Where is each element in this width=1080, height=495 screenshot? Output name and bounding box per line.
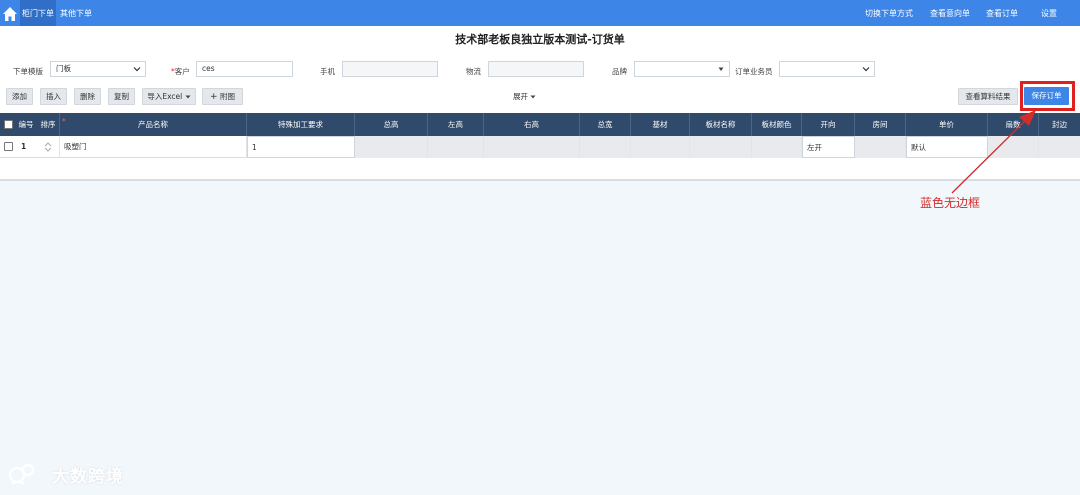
expand-toggle[interactable]: 展开 <box>513 91 536 102</box>
room-cell[interactable] <box>855 136 906 158</box>
phone-input[interactable] <box>342 61 438 77</box>
column-header-board-name: 板材名称 <box>690 113 752 136</box>
special-requirement-input[interactable]: 1 <box>247 136 355 158</box>
column-header-right-height: 右高 <box>484 113 580 136</box>
logistics-label: 物流 <box>466 67 481 76</box>
product-name-cell[interactable]: 吸塑门 <box>60 136 247 158</box>
attach-image-label: 附图 <box>219 92 235 101</box>
required-mark: * <box>62 117 66 126</box>
column-header-special: 特殊加工要求 <box>247 113 355 136</box>
sort-handle-icon[interactable] <box>44 141 52 153</box>
column-header-total-height: 总高 <box>355 113 428 136</box>
right-height-cell[interactable] <box>484 136 580 158</box>
template-select[interactable]: 门板 <box>50 61 146 77</box>
view-intent-orders-link[interactable]: 查看意向单 <box>930 0 970 26</box>
row-checkbox[interactable] <box>4 142 13 151</box>
top-navbar: 柜门下单 其他下单 切换下单方式 查看意向单 查看订单 设置 <box>0 0 1080 26</box>
column-header-open-direction: 开向 <box>802 113 855 136</box>
annotation-text: 蓝色无边框 <box>920 196 981 210</box>
page-title: 技术部老板良独立版本测试-订货单 <box>455 33 625 46</box>
column-header-board-color: 板材颜色 <box>752 113 802 136</box>
select-all-checkbox[interactable] <box>4 120 13 129</box>
column-header-product-label: 产品名称 <box>138 120 168 129</box>
caret-down-icon <box>185 95 191 99</box>
board-name-cell[interactable] <box>690 136 752 158</box>
column-header-no: 编号 <box>18 120 34 129</box>
template-label: 下单模版 <box>13 67 43 76</box>
logistics-input[interactable] <box>488 61 584 77</box>
view-calc-result-button[interactable]: 查看算料结果 <box>958 88 1018 105</box>
column-header-total-width: 总宽 <box>580 113 631 136</box>
edge-banding-cell[interactable] <box>1039 136 1080 158</box>
salesman-label: 订单业务员 <box>735 67 773 76</box>
column-header-product: * 产品名称 <box>60 113 247 136</box>
template-value: 门板 <box>56 64 71 73</box>
home-icon[interactable] <box>2 6 18 22</box>
insert-button[interactable]: 插入 <box>40 88 67 105</box>
switch-order-mode-link[interactable]: 切换下单方式 <box>865 0 913 26</box>
caret-down-icon <box>530 95 536 99</box>
phone-label: 手机 <box>320 67 335 76</box>
caret-down-icon <box>718 67 724 71</box>
brand-label: 品牌 <box>612 67 627 76</box>
annotation-highlight-box <box>1020 81 1075 111</box>
base-material-cell[interactable] <box>631 136 690 158</box>
table-row[interactable]: 1 吸塑门 1 左开 默认 <box>0 136 1080 158</box>
column-header-edge-banding: 封边 <box>1052 120 1067 129</box>
customer-input[interactable]: ces <box>196 61 293 77</box>
leaf-count-cell[interactable] <box>988 136 1039 158</box>
open-direction-input[interactable]: 左开 <box>802 136 855 158</box>
tab-cabinet-door-order[interactable]: 柜门下单 <box>20 0 56 26</box>
empty-table-row <box>0 158 1080 180</box>
add-button[interactable]: 添加 <box>6 88 33 105</box>
tab-other-order[interactable]: 其他下单 <box>60 0 92 26</box>
customer-label: *客户 <box>171 66 190 77</box>
left-height-cell[interactable] <box>428 136 484 158</box>
price-input[interactable]: 默认 <box>906 136 988 158</box>
watermark-text: 大数跨境 <box>52 467 124 487</box>
column-header-base-material: 基材 <box>631 113 690 136</box>
chevron-down-icon <box>862 67 870 72</box>
total-height-cell[interactable] <box>355 136 428 158</box>
watermark-logo-icon <box>8 463 35 485</box>
column-header-price: 单价 <box>906 113 988 136</box>
salesman-select[interactable] <box>779 61 875 77</box>
delete-button[interactable]: 删除 <box>74 88 101 105</box>
expand-label: 展开 <box>513 92 528 101</box>
chevron-down-icon <box>133 67 141 72</box>
import-excel-button[interactable]: 导入Excel <box>142 88 196 105</box>
table-header: 编号 排序 * 产品名称 特殊加工要求 总高 左高 右高 总宽 基材 板材名称 板… <box>0 113 1080 136</box>
row-number: 1 <box>21 142 27 151</box>
attach-image-button[interactable]: + 附图 <box>202 88 243 105</box>
column-header-leaf-count: 扇数 <box>988 113 1039 136</box>
column-header-room: 房间 <box>855 113 906 136</box>
customer-label-text: 客户 <box>174 67 190 76</box>
column-header-sort: 排序 <box>37 113 60 136</box>
total-width-cell[interactable] <box>580 136 631 158</box>
plus-icon: + <box>210 92 218 102</box>
sort-cell[interactable] <box>37 136 60 158</box>
board-color-cell[interactable] <box>752 136 802 158</box>
settings-link[interactable]: 设置 <box>1041 0 1057 26</box>
copy-button[interactable]: 复制 <box>108 88 135 105</box>
view-orders-link[interactable]: 查看订单 <box>986 0 1018 26</box>
brand-select[interactable] <box>634 61 730 77</box>
import-excel-label: 导入Excel <box>147 92 183 101</box>
column-header-left-height: 左高 <box>428 113 484 136</box>
